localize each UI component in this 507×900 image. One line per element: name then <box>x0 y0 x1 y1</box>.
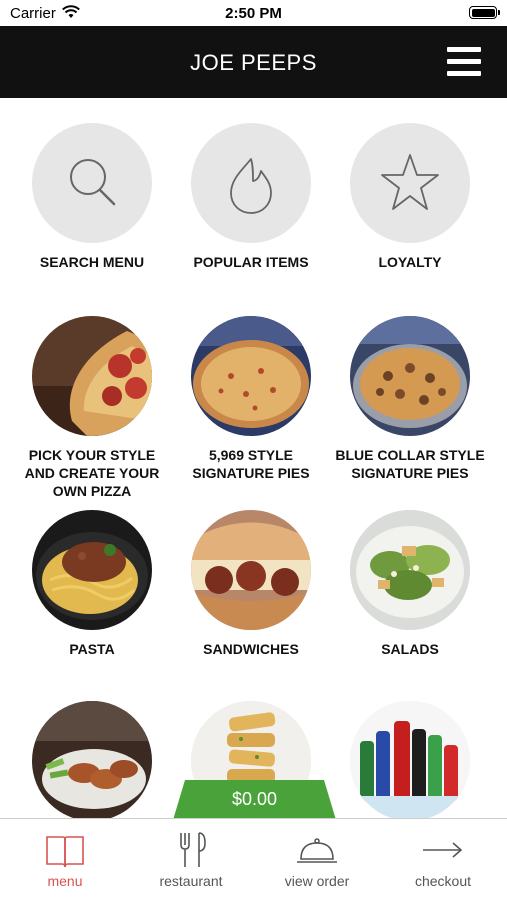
tab-checkout[interactable]: checkout <box>380 819 506 900</box>
category-drinks[interactable] <box>335 701 485 818</box>
category-pasta[interactable]: PASTA <box>17 510 167 658</box>
category-label: PASTA <box>69 641 115 657</box>
category-signature-pies[interactable]: 5,969 STYLE SIGNATURE PIES <box>176 316 326 482</box>
app-header: JOE PEEPS <box>0 26 507 98</box>
wings-image <box>32 701 152 818</box>
loyalty-circle <box>350 123 470 243</box>
order-total-tab[interactable]: $0.00 <box>173 780 336 820</box>
blue-collar-pizza-image <box>350 316 470 436</box>
battery-icon <box>469 6 500 19</box>
category-label: 5,969 STYLE SIGNATURE PIES <box>192 447 310 481</box>
bottom-tab-bar: menu restaurant view order checkout <box>0 818 507 900</box>
status-bar: Carrier 2:50 PM <box>0 0 507 26</box>
flame-icon <box>230 158 272 214</box>
restaurant-title: JOE PEEPS <box>190 50 317 75</box>
category-label: BLUE COLLAR STYLE SIGNATURE PIES <box>335 447 485 481</box>
order-total-amount: $0.00 <box>231 789 278 809</box>
menu-grid: SEARCH MENU POPULAR ITEMS LOYALTY PICK Y… <box>0 98 507 818</box>
tab-menu[interactable]: menu <box>2 819 128 900</box>
tab-view-order[interactable]: view order <box>254 819 380 900</box>
status-time: 2:50 PM <box>225 5 282 22</box>
category-salads[interactable]: SALADS <box>335 510 485 658</box>
loyalty-button[interactable]: LOYALTY <box>335 123 485 271</box>
book-icon <box>46 836 84 868</box>
popular-items-label: POPULAR ITEMS <box>193 254 309 270</box>
search-menu-label: SEARCH MENU <box>39 254 145 270</box>
tab-restaurant-label: restaurant <box>159 873 223 889</box>
tab-restaurant[interactable]: restaurant <box>128 819 254 900</box>
tab-menu-label: menu <box>47 873 83 889</box>
fork-knife-icon <box>180 832 206 867</box>
pizza-slice-image <box>32 316 152 436</box>
popular-circle <box>191 123 311 243</box>
category-label: PICK YOUR STYLE AND CREATE YOUR OWN PIZZ… <box>24 447 160 499</box>
search-menu-button[interactable]: SEARCH MENU <box>17 123 167 271</box>
signature-pizza-image <box>191 316 311 436</box>
pasta-image <box>32 510 152 630</box>
search-icon <box>70 159 116 206</box>
hamburger-icon[interactable] <box>447 47 481 76</box>
category-wings[interactable] <box>17 701 167 818</box>
loyalty-label: LOYALTY <box>378 254 442 270</box>
arrow-right-icon <box>423 842 463 858</box>
category-label: SANDWICHES <box>203 641 299 657</box>
category-label: SALADS <box>381 641 439 657</box>
tab-checkout-label: checkout <box>414 873 472 889</box>
star-icon <box>381 154 439 210</box>
category-build-pizza[interactable]: PICK YOUR STYLE AND CREATE YOUR OWN PIZZ… <box>17 316 167 500</box>
category-blue-collar-pies[interactable]: BLUE COLLAR STYLE SIGNATURE PIES <box>335 316 485 482</box>
popular-items-button[interactable]: POPULAR ITEMS <box>176 123 326 271</box>
search-circle <box>32 123 152 243</box>
tab-view-order-label: view order <box>284 873 350 889</box>
salad-image <box>350 510 470 630</box>
category-sandwiches[interactable]: SANDWICHES <box>176 510 326 658</box>
cloche-icon <box>297 838 337 863</box>
drinks-image <box>350 701 470 818</box>
sandwich-image <box>191 510 311 630</box>
